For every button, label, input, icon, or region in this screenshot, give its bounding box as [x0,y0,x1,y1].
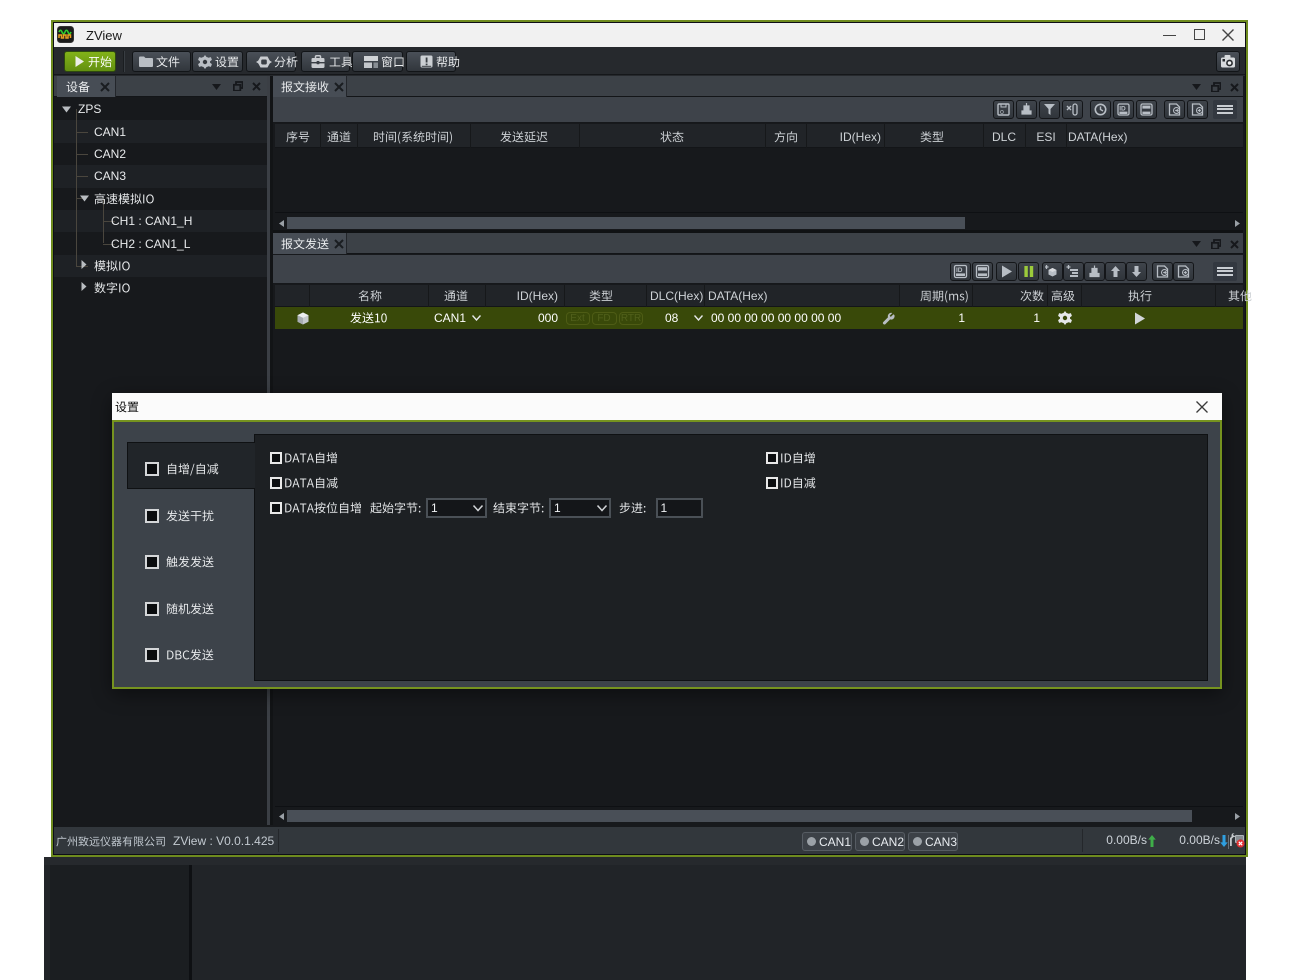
svg-text:ID: ID [956,267,963,274]
svg-text:o: o [1000,109,1004,116]
svg-text:ID: ID [1119,105,1126,112]
